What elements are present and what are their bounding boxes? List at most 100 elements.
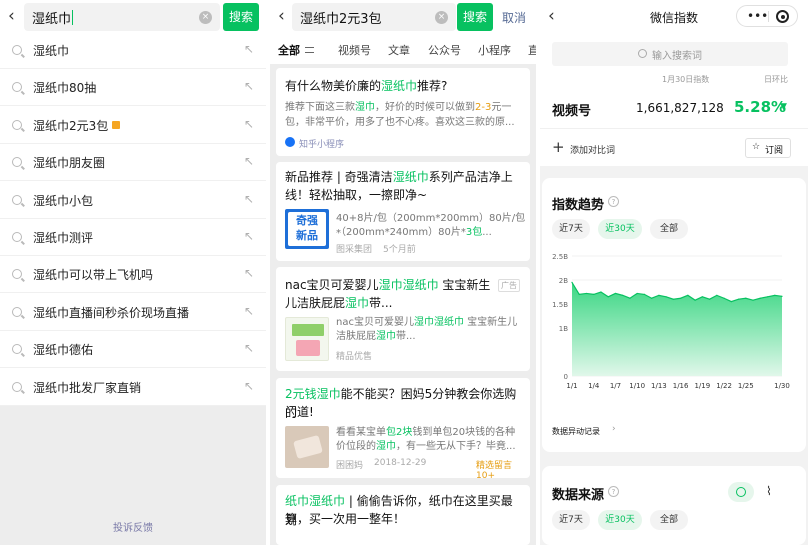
date-label: 1月30日指数 [662,75,710,84]
trend-title: 指数趋势 [552,198,605,213]
fill-query-icon[interactable]: ↖ [244,154,254,168]
result-title-line2: 算，买一次用一整年！ [285,512,406,526]
change-arrow-icon: ▼ [780,102,787,112]
suggestion-item[interactable]: 湿纸巾2元3包 ↖ [0,107,266,144]
result-card[interactable]: 纸巾湿纸巾 | 偷偷告诉你，纸巾在这里买最划 算，买一次用一整年！ [276,485,530,545]
clear-icon[interactable]: × [435,11,448,24]
fill-query-icon[interactable]: ↖ [244,117,254,131]
suggestion-item[interactable]: 湿纸巾朋友圈 ↖ [0,144,266,182]
fill-query-icon[interactable]: ↖ [244,266,254,280]
index-search-input[interactable]: 输入搜索词 [552,42,788,66]
tab-accounts[interactable]: 公众号 [428,42,461,58]
back-icon[interactable]: ‹ [278,7,285,25]
result-snippet: 价位段的湿巾，有一些无从下手？毕竟... [336,441,516,452]
close-miniprogram-icon[interactable] [776,10,789,23]
search-results-screen: ‹ 湿纸巾2元3包 × 搜索 取消 全部 视频号 文章 公众号 小程序 直 有什… [270,0,536,545]
suggestion-item[interactable]: 湿纸巾可以带上飞机吗 ↖ [0,256,266,294]
data-point [694,299,696,301]
suggestion-item[interactable]: 湿纸巾小包 ↖ [0,182,266,219]
fill-query-icon[interactable]: ↖ [244,379,254,393]
more-icon[interactable]: ••• [747,9,768,23]
tab-articles[interactable]: 文章 [388,42,410,58]
data-point [614,292,617,295]
search-icon [12,194,22,205]
search-input-value: 湿纸巾2元3包 [300,12,382,27]
feedback-link[interactable]: 投诉反馈 [0,519,266,534]
anomaly-link[interactable]: 数据异动记录 [552,426,600,437]
search-input[interactable]: 湿纸巾2元3包 × [292,3,456,31]
data-point [593,293,595,295]
data-point [607,296,609,298]
fill-query-icon[interactable]: ↖ [244,304,254,318]
search-placeholder: 输入搜索词 [652,51,702,62]
search-button[interactable]: 搜索 [457,3,493,31]
subscribe-button[interactable]: ☆ 订阅 [745,138,791,158]
range-7d[interactable]: 近7天 [552,510,590,530]
data-source-card: 数据来源 ? ⌇ 近7天 近30天 全部 [542,466,806,545]
clear-icon[interactable]: × [199,11,212,24]
result-snippet: nac宝贝可爱婴儿湿巾湿纸巾 宝宝新生儿 [336,317,518,328]
suggestion-item[interactable]: 湿纸巾 ↖ [0,32,266,69]
search-icon [12,157,22,168]
pie-view-icon[interactable] [728,482,754,502]
data-point [687,294,689,296]
cancel-button[interactable]: 取消 [502,9,526,26]
y-tick-label: 1B [559,325,568,333]
fill-query-icon[interactable]: ↖ [244,192,254,206]
fill-query-icon[interactable]: ↖ [244,341,254,355]
suggestion-label: 湿纸巾小包 [33,193,94,208]
trend-card: 指数趋势 ? 近7天 近30天 全部 0 1B 1.5B 2B 2.5B 1/1 1/4 1/… [542,178,806,452]
fill-query-icon[interactable]: ↖ [244,229,254,243]
result-snippet: 包，非常平价，用多了也不心疼。喜欢这三款的原... [285,117,515,128]
fill-query-icon[interactable]: ↖ [244,79,254,93]
result-snippet: 推荐下面这三款湿巾，好价的时候可以做到2-3元一 [285,102,512,113]
result-card[interactable]: 2元钱湿巾能不能买？困妈5分钟教会你选购的 门道! 看看某宝单包2块钱到单包20… [276,378,530,481]
range-7d[interactable]: 近7天 [552,219,590,239]
x-tick-label: 1/1 [566,382,577,390]
help-icon[interactable]: ? [608,486,619,497]
result-source: 精品优售 [336,352,373,362]
tab-live[interactable]: 直 [528,42,536,58]
result-card[interactable]: 有什么物美价廉的湿纸巾推荐? 推荐下面这三款湿巾，好价的时候可以做到2-3元一 … [276,68,530,156]
x-tick-label: 1/16 [673,382,689,390]
suggestion-item[interactable]: 湿纸巾80抽 ↖ [0,69,266,107]
search-icon [638,49,647,58]
ad-badge: 广告 [498,279,520,292]
result-title: 有什么物美价廉的湿纸巾推荐? [285,79,448,93]
range-all[interactable]: 全部 [650,219,688,239]
featured-comments-badge: 精选留言10+ [476,461,513,481]
suggestion-item[interactable]: 湿纸巾直播间秒杀价现场直播 ↖ [0,294,266,331]
keyword-name: 视频号 [552,104,592,119]
range-all[interactable]: 全部 [650,510,688,530]
trend-chart: 0 1B 1.5B 2B 2.5B 1/1 1/4 1/7 1/10 1/13 1/16 1/19 1/… [552,253,790,390]
y-tick-label: 0 [564,373,568,381]
search-button[interactable]: 搜索 [223,3,259,31]
data-point [723,297,725,299]
suggestion-item[interactable]: 湿纸巾德佑 ↖ [0,331,266,369]
suggestion-item[interactable]: 湿纸巾测评 ↖ [0,219,266,256]
fill-query-icon[interactable]: ↖ [244,42,254,56]
help-icon[interactable]: ? [608,196,619,207]
ad-card[interactable]: nac宝贝可爱婴儿湿巾湿纸巾 宝宝新生 儿洁肤屁屁湿巾带... 广告 nac宝贝… [276,267,530,371]
add-compare-button[interactable]: 添加对比词 [570,143,615,156]
data-point [716,294,718,296]
article-thumbnail [285,426,329,468]
x-tick-label: 1/22 [716,382,732,390]
filter-icon[interactable] [305,47,314,53]
tab-all[interactable]: 全部 [278,42,300,58]
suggestion-item[interactable]: 湿纸巾批发厂家直销 ↖ [0,369,266,406]
range-30d[interactable]: 近30天 [598,510,642,530]
tab-miniprograms[interactable]: 小程序 [478,42,511,58]
result-card[interactable]: 新品推荐 | 奇强清洁湿纸巾系列产品洁净上 线！轻松抽取，一擦即净~ 奇强 新品… [276,162,530,261]
search-input-value: 湿纸巾 [32,12,72,27]
data-point [672,298,674,300]
suggestion-label: 湿纸巾2元3包 [33,118,109,133]
back-icon[interactable]: ‹ [8,7,15,25]
tab-channels[interactable]: 视频号 [338,42,371,58]
line-view-icon[interactable]: ⌇ [766,484,772,498]
add-icon[interactable]: + [552,139,565,155]
series-area [572,282,782,376]
star-icon: ☆ [752,142,761,152]
range-30d[interactable]: 近30天 [598,219,642,239]
search-input[interactable]: 湿纸巾 × [24,3,220,31]
